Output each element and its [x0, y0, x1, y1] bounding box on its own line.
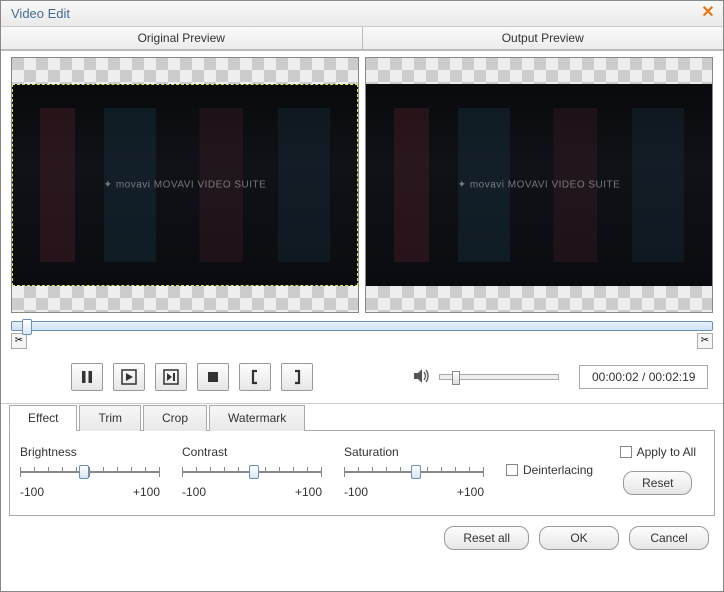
contrast-slider[interactable] — [182, 463, 322, 481]
brightness-label: Brightness — [20, 445, 160, 459]
brightness-group: Brightness -100 +100 — [20, 445, 160, 499]
original-preview-pane[interactable]: ✦ movavi MOVAVI VIDEO SUITE — [11, 57, 359, 313]
preview-panes: ✦ movavi MOVAVI VIDEO SUITE ✦ movavi MOV… — [1, 51, 723, 317]
pause-button[interactable] — [71, 363, 103, 391]
brightness-max: +100 — [133, 485, 160, 499]
time-display: 00:00:02 / 00:02:19 — [579, 365, 708, 389]
tab-crop[interactable]: Crop — [143, 405, 207, 431]
saturation-slider[interactable] — [344, 463, 484, 481]
deinterlacing-row: Deinterlacing — [506, 463, 593, 477]
mark-out-button[interactable] — [281, 363, 313, 391]
contrast-min: -100 — [182, 485, 206, 499]
play-button[interactable] — [113, 363, 145, 391]
mark-in-button[interactable] — [239, 363, 271, 391]
trim-start-scissor-icon[interactable]: ✂ — [11, 333, 27, 349]
deinterlacing-label: Deinterlacing — [523, 463, 593, 477]
volume-slider[interactable] — [439, 374, 559, 380]
volume-thumb[interactable] — [452, 371, 460, 385]
window-title: Video Edit — [11, 6, 699, 21]
watermark-text: ✦ movavi MOVAVI VIDEO SUITE — [12, 180, 358, 191]
saturation-label: Saturation — [344, 445, 484, 459]
stop-button[interactable] — [197, 363, 229, 391]
titlebar: Video Edit ✕ — [1, 1, 723, 27]
ok-button[interactable]: OK — [539, 526, 619, 550]
original-preview-header: Original Preview — [1, 27, 363, 50]
effect-right-column: Apply to All Reset — [620, 445, 704, 495]
timeline-area: ✂ ✂ — [1, 317, 723, 355]
saturation-group: Saturation -100 +100 — [344, 445, 484, 499]
dialog-footer: Reset all OK Cancel — [1, 516, 723, 560]
edit-tabs-area: Effect Trim Crop Watermark Brightness -1… — [1, 404, 723, 516]
playback-controls: 00:00:02 / 00:02:19 — [1, 355, 723, 404]
tab-content-effect: Brightness -100 +100 Contrast -100 +100 — [9, 431, 715, 516]
tab-trim[interactable]: Trim — [79, 405, 141, 431]
volume-icon[interactable] — [413, 367, 431, 388]
cancel-button[interactable]: Cancel — [629, 526, 709, 550]
output-preview-pane[interactable]: ✦ movavi MOVAVI VIDEO SUITE — [365, 57, 713, 313]
saturation-min: -100 — [344, 485, 368, 499]
apply-all-label: Apply to All — [637, 445, 696, 459]
contrast-max: +100 — [295, 485, 322, 499]
watermark-text: ✦ movavi MOVAVI VIDEO SUITE — [366, 180, 712, 191]
apply-all-checkbox[interactable] — [620, 446, 632, 458]
preview-headers: Original Preview Output Preview — [1, 27, 723, 51]
trim-end-scissor-icon[interactable]: ✂ — [697, 333, 713, 349]
tab-effect[interactable]: Effect — [9, 405, 77, 431]
deinterlacing-checkbox[interactable] — [506, 464, 518, 476]
brightness-slider[interactable] — [20, 463, 160, 481]
saturation-max: +100 — [457, 485, 484, 499]
saturation-thumb[interactable] — [411, 465, 421, 479]
tab-watermark[interactable]: Watermark — [209, 405, 305, 431]
close-icon[interactable]: ✕ — [699, 5, 717, 23]
contrast-label: Contrast — [182, 445, 322, 459]
next-frame-button[interactable] — [155, 363, 187, 391]
reset-all-button[interactable]: Reset all — [444, 526, 529, 550]
brightness-thumb[interactable] — [79, 465, 89, 479]
output-preview-header: Output Preview — [363, 27, 724, 50]
contrast-group: Contrast -100 +100 — [182, 445, 322, 499]
timeline-playhead[interactable] — [22, 319, 32, 335]
video-edit-dialog: Video Edit ✕ Original Preview Output Pre… — [0, 0, 724, 592]
contrast-thumb[interactable] — [249, 465, 259, 479]
reset-button[interactable]: Reset — [623, 471, 692, 495]
original-video-frame: ✦ movavi MOVAVI VIDEO SUITE — [12, 84, 358, 286]
brightness-min: -100 — [20, 485, 44, 499]
timeline-track[interactable] — [11, 321, 713, 331]
output-video-frame: ✦ movavi MOVAVI VIDEO SUITE — [366, 84, 712, 286]
tab-strip: Effect Trim Crop Watermark — [9, 404, 715, 431]
